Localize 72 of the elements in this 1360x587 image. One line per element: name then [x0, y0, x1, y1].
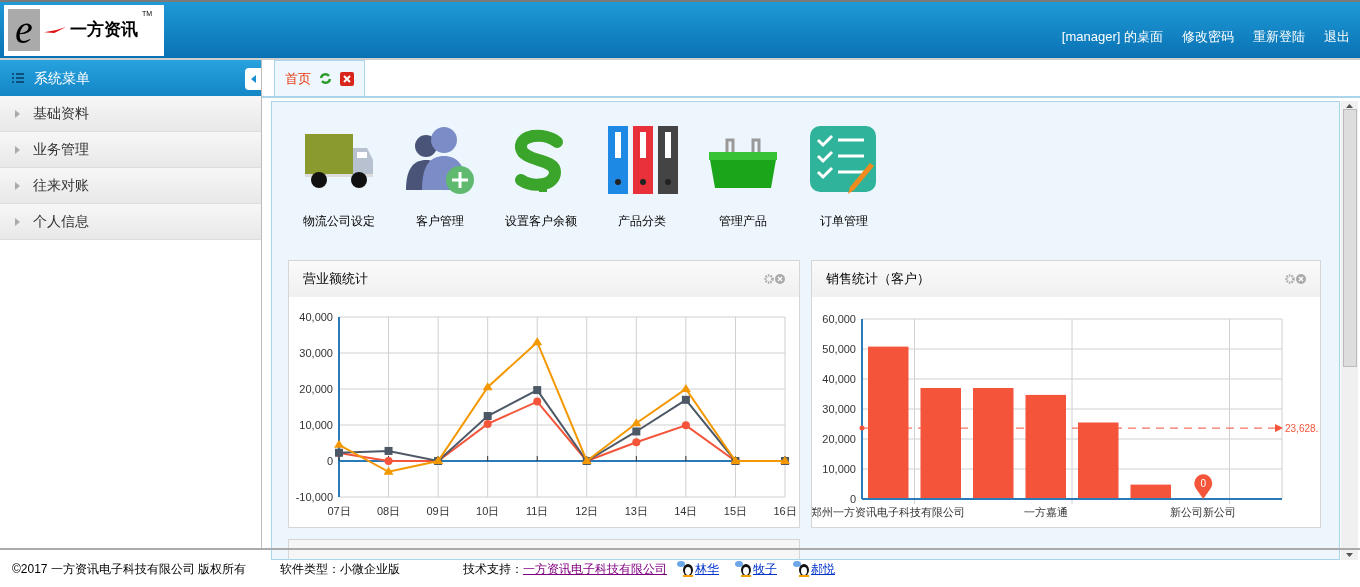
y-axis-label: 20,000 — [299, 383, 333, 395]
x-axis-label: 13日 — [624, 505, 648, 517]
y-axis-label: 60,000 — [822, 313, 856, 325]
point — [681, 395, 690, 404]
y-axis-label: 30,000 — [299, 347, 333, 359]
x-axis-label: 07日 — [327, 505, 351, 517]
support-link[interactable]: 一方资讯电子科技有限公司 — [523, 559, 667, 578]
point — [532, 337, 543, 346]
contact-link[interactable]: 牧子 — [753, 559, 777, 578]
software-type-text: 软件类型：小微企业版 — [280, 560, 401, 578]
menu-item[interactable]: 往来对账 — [0, 168, 261, 204]
header-link[interactable]: [manager] 的桌面 — [1061, 27, 1163, 47]
contact-link[interactable]: 林华 — [695, 559, 719, 578]
point — [631, 418, 642, 427]
value-marker: 0 — [1194, 474, 1213, 499]
x-axis-label: 09日 — [426, 505, 450, 517]
point — [483, 419, 492, 428]
y-axis-label: 50,000 — [822, 343, 856, 355]
tab[interactable]: 首页 — [274, 60, 365, 96]
shortcut[interactable]: 客户管理 — [389, 124, 490, 230]
menu-item[interactable]: 基础资料 — [0, 96, 261, 132]
copyright-text: ©2017 一方资讯电子科技有限公司 版权所有 — [12, 560, 248, 578]
panel-title: 营业额统计 — [303, 270, 368, 289]
point — [533, 397, 542, 406]
header-link[interactable]: 重新登陆 — [1253, 27, 1305, 47]
point — [384, 446, 393, 455]
point — [384, 457, 393, 465]
point — [680, 384, 691, 392]
annotation: 0 — [1200, 478, 1207, 489]
average-label: 23,628. — [1285, 423, 1319, 435]
point — [681, 421, 690, 430]
shortcut[interactable]: 产品分类 — [591, 124, 692, 230]
y-axis-label: 30,000 — [822, 403, 856, 415]
point — [632, 438, 641, 447]
x-axis-label: 11日 — [526, 505, 549, 517]
x-axis-label: 郑州一方资讯电子科技有限公司 — [812, 506, 966, 518]
y-axis-label: 20,000 — [822, 433, 856, 445]
x-axis-label: 一方嘉通 — [1023, 506, 1068, 518]
shortcut[interactable]: 物流公司设定 — [288, 124, 389, 230]
sidebar-title: 系统菜单 — [34, 68, 90, 88]
panel-title: 销售统计（客户） — [826, 270, 930, 289]
y-axis-label: 10,000 — [299, 419, 333, 431]
point — [334, 439, 344, 448]
y-axis-label: -10,000 — [295, 491, 333, 503]
point — [533, 386, 542, 395]
point — [383, 466, 394, 475]
x-axis-label: 新公司新公司 — [1170, 506, 1237, 518]
menu-item[interactable]: 业务管理 — [0, 132, 261, 168]
x-axis-label: 16日 — [773, 505, 797, 517]
x-axis-label: 15日 — [723, 505, 748, 517]
point — [483, 412, 492, 420]
point — [632, 427, 641, 436]
shortcut[interactable]: 订单管理 — [793, 124, 894, 230]
shortcut[interactable]: 管理产品 — [692, 124, 793, 230]
y-axis-label: 40,000 — [822, 373, 856, 385]
x-axis-label: 12日 — [575, 505, 599, 517]
y-axis-label: 10,000 — [822, 463, 856, 475]
header-link[interactable]: 退出 — [1324, 27, 1350, 47]
logo-letter: e — [8, 9, 40, 51]
y-axis-label: 0 — [326, 455, 333, 467]
header-link[interactable]: 修改密码 — [1182, 27, 1234, 47]
menu-item[interactable]: 个人信息 — [0, 204, 261, 240]
point — [482, 382, 493, 391]
y-axis-label: 0 — [849, 493, 856, 505]
support-label: 技术支持： — [463, 560, 523, 578]
x-axis-label: 08日 — [376, 505, 401, 517]
x-axis-label: 14日 — [674, 505, 698, 517]
shortcut[interactable]: 设置客户余额 — [490, 124, 591, 230]
logo-text: 一方资讯 — [70, 18, 138, 42]
contact-link[interactable]: 郝悦 — [811, 559, 835, 578]
x-axis-label: 10日 — [476, 505, 500, 517]
y-axis-label: 40,000 — [299, 311, 333, 323]
